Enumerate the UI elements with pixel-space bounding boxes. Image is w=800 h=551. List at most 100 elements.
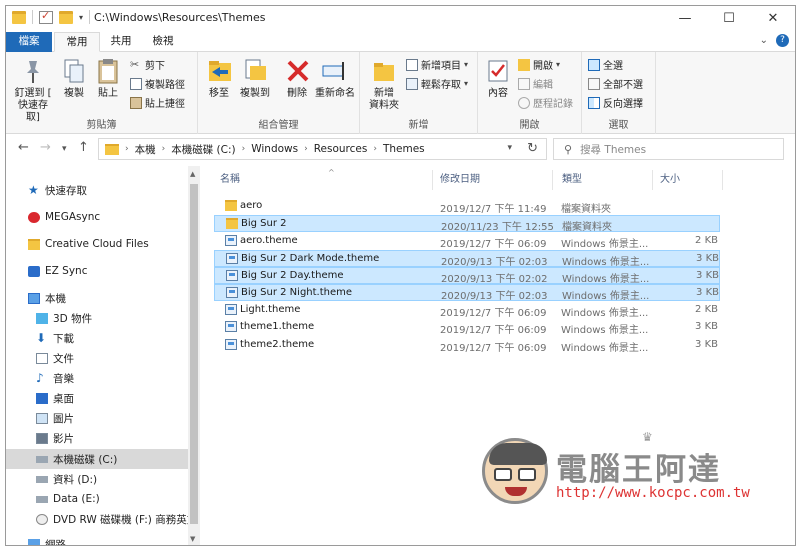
maximize-button[interactable]: ☐: [707, 6, 751, 30]
recent-locations-icon[interactable]: ▾: [62, 144, 67, 154]
star-icon: ★: [28, 182, 39, 197]
chevron-down-icon: ▾: [464, 79, 469, 88]
nav-item-documents[interactable]: 文件: [6, 348, 188, 368]
breadcrumb-this-pc[interactable]: 本機: [135, 142, 156, 157]
nav-item-pictures[interactable]: 圖片: [6, 408, 188, 428]
column-header-date[interactable]: 修改日期: [440, 170, 480, 190]
tab-home[interactable]: 常用: [54, 32, 100, 52]
move-to-button[interactable]: 移至: [206, 57, 232, 100]
file-row[interactable]: Big Sur 2 Day.theme 2020/9/13 下午 02:02 W…: [214, 267, 720, 285]
paste-shortcut-button[interactable]: 貼上捷徑: [130, 95, 185, 110]
nav-item-megasync[interactable]: MEGAsync: [6, 207, 188, 227]
breadcrumb-local-disk[interactable]: 本機磁碟 (C:): [171, 142, 235, 157]
tab-view[interactable]: 檢視: [146, 32, 180, 52]
navigation-scrollbar[interactable]: ▲ ▼: [188, 166, 200, 545]
back-arrow-icon[interactable]: ←: [18, 140, 29, 155]
easy-access-button[interactable]: 輕鬆存取 ▾: [406, 76, 468, 91]
new-folder-button[interactable]: 新增 資料夾: [368, 57, 400, 112]
properties-icon[interactable]: [39, 9, 53, 24]
pin-quick-access-button[interactable]: 釘選到 [ 快速存取]: [12, 57, 54, 124]
new-folder-icon[interactable]: [59, 10, 73, 24]
nav-item-music[interactable]: ♪ 音樂: [6, 368, 188, 388]
column-divider[interactable]: [552, 170, 553, 190]
search-box[interactable]: ⚲ 搜尋 Themes: [553, 138, 784, 160]
file-name: Big Sur 2 Day.theme: [241, 270, 344, 281]
new-folder-label: 新增 資料夾: [369, 88, 399, 111]
copy-to-button[interactable]: 複製到: [238, 57, 272, 100]
cut-button[interactable]: ✂ 剪下: [130, 57, 165, 72]
file-date: 2020/9/13 下午 02:03: [441, 291, 548, 302]
copy-icon: [60, 57, 88, 85]
file-row[interactable]: theme1.theme 2019/12/7 下午 06:09 Windows …: [214, 319, 720, 336]
copy-button[interactable]: 複製: [60, 57, 88, 100]
breadcrumb-resources[interactable]: Resources: [314, 143, 368, 155]
column-divider[interactable]: [722, 170, 723, 190]
expand-ribbon-icon[interactable]: ⌄: [760, 35, 768, 46]
paste-button[interactable]: 貼上: [94, 57, 122, 100]
edit-button[interactable]: 編輯: [518, 76, 553, 91]
nav-item-this-pc[interactable]: 本機: [6, 288, 188, 308]
delete-button[interactable]: 刪除: [284, 57, 310, 100]
open-button[interactable]: 開啟 ▾: [518, 57, 560, 72]
help-icon[interactable]: ?: [776, 34, 789, 47]
file-row[interactable]: Light.theme 2019/12/7 下午 06:09 Windows 佈…: [214, 302, 720, 319]
rename-button[interactable]: 重新命名: [314, 57, 356, 100]
breadcrumb-themes[interactable]: Themes: [383, 143, 425, 155]
scroll-up-icon[interactable]: ▲: [190, 170, 195, 178]
nav-item-creative-cloud[interactable]: Creative Cloud Files: [6, 234, 188, 254]
up-arrow-icon[interactable]: ↑: [78, 140, 89, 155]
file-name: aero: [240, 200, 263, 211]
nav-item-3d-objects[interactable]: 3D 物件: [6, 308, 188, 328]
file-row[interactable]: Big Sur 2 Dark Mode.theme 2020/9/13 下午 0…: [214, 250, 720, 268]
rename-label: 重新命名: [315, 88, 355, 99]
column-header-type[interactable]: 類型: [562, 170, 582, 190]
nav-item-desktop[interactable]: 桌面: [6, 388, 188, 408]
nav-item-videos[interactable]: 影片: [6, 428, 188, 448]
file-date: 2019/12/7 下午 06:09: [440, 325, 547, 336]
new-item-button[interactable]: 新增項目 ▾: [406, 57, 468, 72]
close-button[interactable]: ✕: [751, 6, 795, 30]
file-size: 3 KB: [695, 339, 718, 350]
nav-item-local-disk-c[interactable]: 本機磁碟 (C:): [6, 449, 188, 469]
file-row[interactable]: theme2.theme 2019/12/7 下午 06:09 Windows …: [214, 337, 720, 354]
file-size: 2 KB: [695, 304, 718, 315]
breadcrumb-windows[interactable]: Windows: [251, 143, 298, 155]
column-header-size[interactable]: 大小: [660, 170, 680, 190]
column-divider[interactable]: [652, 170, 653, 190]
file-size: 2 KB: [695, 235, 718, 246]
nav-item-quick-access[interactable]: ★ 快速存取: [6, 180, 188, 200]
file-row[interactable]: Big Sur 2 Night.theme 2020/9/13 下午 02:03…: [214, 284, 720, 302]
properties-button[interactable]: 內容: [484, 57, 512, 100]
tab-file[interactable]: 檔案: [6, 32, 52, 52]
file-row[interactable]: Big Sur 2 2020/11/23 下午 12:55 檔案資料夾: [214, 215, 720, 233]
video-icon: [36, 432, 48, 444]
nav-item-ez-sync[interactable]: EZ Sync: [6, 261, 188, 281]
nav-item-downloads[interactable]: ⬇ 下載: [6, 328, 188, 348]
nav-item-data-e[interactable]: Data (E:): [6, 489, 188, 509]
column-header-name[interactable]: 名稱 ^: [220, 168, 335, 190]
address-bar[interactable]: › 本機 › 本機磁碟 (C:) › Windows › Resources ›…: [98, 138, 547, 160]
open-group-label: 開啟: [519, 120, 540, 131]
forward-arrow-icon[interactable]: →: [40, 140, 51, 155]
history-button[interactable]: 歷程記錄: [518, 95, 573, 110]
minimize-button[interactable]: —: [663, 6, 707, 30]
select-all-button[interactable]: 全選: [588, 57, 623, 72]
address-dropdown-icon[interactable]: ▾: [507, 143, 512, 153]
file-row[interactable]: aero 2019/12/7 下午 11:49 檔案資料夾: [214, 198, 720, 215]
scroll-down-icon[interactable]: ▼: [190, 535, 195, 543]
file-row[interactable]: aero.theme 2019/12/7 下午 06:09 Windows 佈景…: [214, 233, 720, 250]
tab-share[interactable]: 共用: [104, 32, 138, 52]
copy-label: 複製: [64, 88, 84, 99]
nav-item-dvd-f[interactable]: DVD RW 磁碟機 (F:) 商務英文: [6, 509, 197, 529]
refresh-icon[interactable]: ↻: [527, 141, 538, 156]
customize-dropdown-icon[interactable]: ▾: [79, 13, 83, 22]
invert-selection-button[interactable]: 反向選擇: [588, 95, 643, 110]
nav-item-label: 影片: [53, 432, 74, 445]
scrollbar-thumb[interactable]: [190, 184, 198, 524]
select-none-button[interactable]: 全部不選: [588, 76, 643, 91]
nav-item-data-d[interactable]: 資料 (D:): [6, 469, 188, 489]
copy-path-button[interactable]: 複製路徑: [130, 76, 185, 91]
nav-item-label: 本機: [45, 292, 66, 305]
column-divider[interactable]: [432, 170, 433, 190]
nav-item-network[interactable]: 網路: [6, 534, 188, 545]
